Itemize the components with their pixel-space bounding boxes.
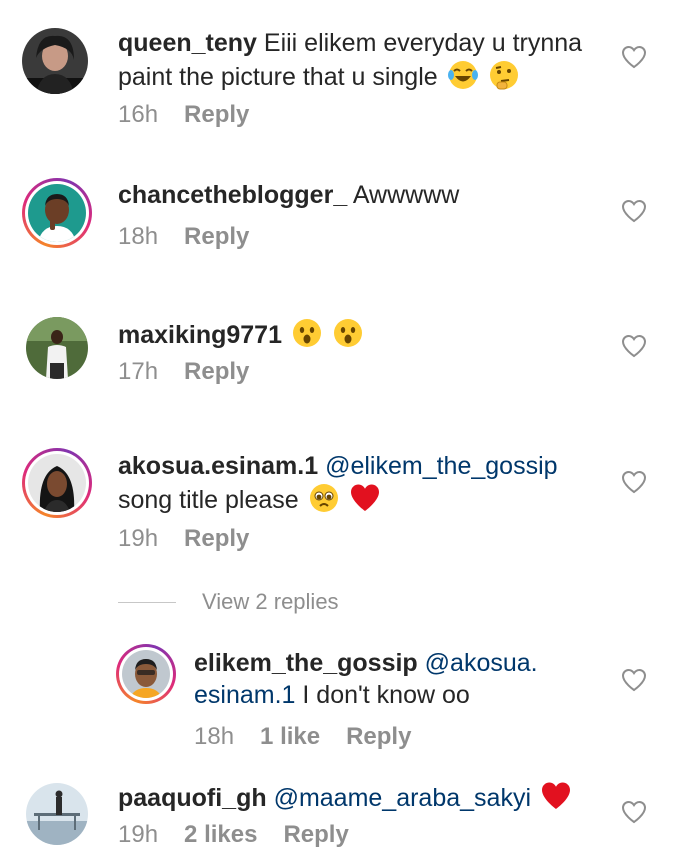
heart-outline-icon[interactable] [621,45,647,69]
avatar[interactable] [26,317,88,379]
comment-username[interactable]: paaquofi_gh [118,784,267,812]
comment-text: I don't know oo [302,681,470,709]
avatar[interactable] [22,28,88,94]
comment-meta: 18h 1 like Reply [194,723,437,751]
comment-time: 19h [118,525,159,552]
comment-text: Awwwww [352,181,460,209]
comment-body: akosua.esinam.1 @elikem_the_gossip song … [118,450,605,516]
comment-time: 18h [118,223,159,250]
comment-mention[interactable]: @maame_araba_sakyi [274,784,531,812]
comment-body: queen_teny Eiii elikem everyday u trynna… [118,27,605,93]
likes-count-button[interactable]: 1 like [260,723,320,750]
comment-body: maxiking9771 [118,317,605,351]
comment-meta: 17h Reply [118,358,275,386]
comment-item: maxiking9771 17h Reply [0,290,675,420]
comment-meta: 18h Reply [118,223,275,251]
comment-username[interactable]: akosua.esinam.1 [118,452,318,480]
heart-outline-icon[interactable] [621,334,647,358]
comment-username[interactable]: chancetheblogger_ [118,181,347,209]
reply-item: elikem_the_gossip @akosua. esinam.1 I do… [0,630,675,755]
comment-text: song title please [118,486,299,514]
comment-mention[interactable]: @elikem_the_gossip [325,452,557,480]
reply-button[interactable]: Reply [346,723,411,750]
comment-username[interactable]: maxiking9771 [118,321,282,349]
red-heart-emoji [540,780,572,812]
comment-item: akosua.esinam.1 @elikem_the_gossip song … [0,420,675,580]
heart-outline-icon[interactable] [621,668,647,692]
red-heart-emoji [349,482,381,514]
comment-body: elikem_the_gossip @akosua. esinam.1 I do… [194,647,605,711]
comment-item: queen_teny Eiii elikem everyday u trynna… [0,0,675,150]
heart-outline-icon[interactable] [621,470,647,494]
view-replies-label[interactable]: View 2 replies [202,589,339,615]
thinking-face-emoji [488,59,520,91]
comment-item: chancetheblogger_ Awwwww 18h Reply [0,150,675,280]
divider-line [118,601,176,603]
heart-outline-icon[interactable] [621,199,647,223]
comment-meta: 16h Reply [118,101,275,129]
view-replies-button[interactable]: View 2 replies [118,588,339,616]
likes-count-button[interactable]: 2 likes [184,821,257,848]
face-with-tears-of-joy-emoji [447,59,479,91]
avatar[interactable] [116,644,176,704]
comment-meta: 19h 2 likes Reply [118,821,375,849]
avatar[interactable] [26,783,88,845]
reply-button[interactable]: Reply [184,525,249,552]
reply-button[interactable]: Reply [184,358,249,385]
comment-username[interactable]: elikem_the_gossip [194,649,418,677]
reply-button[interactable]: Reply [283,821,348,848]
comment-meta: 19h Reply [118,525,275,553]
comment-body: chancetheblogger_ Awwwww [118,179,605,211]
astonished-face-emoji [332,317,364,349]
comment-time: 18h [194,723,235,750]
comment-body: paaquofi_gh @maame_araba_sakyi [118,780,605,814]
comment-item: paaquofi_gh @maame_araba_sakyi 19h 2 like… [0,760,675,849]
avatar[interactable] [22,448,92,518]
comment-username[interactable]: queen_teny [118,29,257,57]
pleading-face-emoji [308,482,340,514]
comment-time: 17h [118,358,159,385]
comment-time: 16h [118,101,159,128]
comment-time: 19h [118,821,159,848]
astonished-face-emoji [291,317,323,349]
avatar[interactable] [22,178,92,248]
reply-button[interactable]: Reply [184,223,249,250]
heart-outline-icon[interactable] [621,800,647,824]
reply-button[interactable]: Reply [184,101,249,128]
